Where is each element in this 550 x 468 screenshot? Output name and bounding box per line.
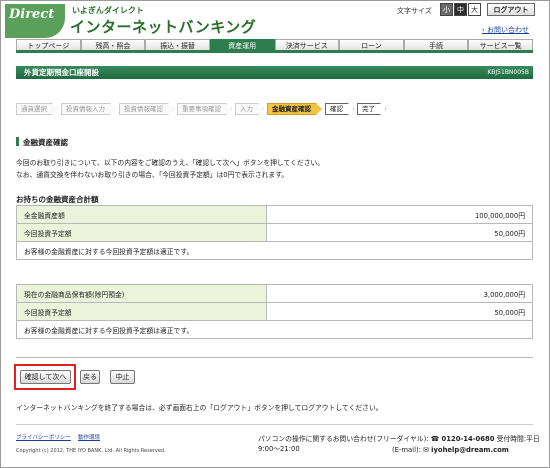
confirm-next-button[interactable]: 確認して次へ xyxy=(20,370,71,384)
brand-title: インターネットバンキング xyxy=(70,18,257,36)
global-nav: トップページ 残高・照会 振込・振替 資産運用 決済サービス ローン 手続 サー… xyxy=(16,39,533,53)
step-complete: 完了 xyxy=(357,103,386,115)
suitability-note: お客様の金融資産に対する今回投資予定額は適正です。 xyxy=(16,320,533,339)
nav-tab-procedures[interactable]: 手続 xyxy=(403,39,469,50)
step-input: 入力 xyxy=(235,103,264,115)
nav-tab-top[interactable]: トップページ xyxy=(16,39,81,50)
phone-number: ☎ 0120-14-0680 xyxy=(430,435,495,443)
font-size-medium-button[interactable]: 中 xyxy=(454,3,467,16)
nav-tab-transfer[interactable]: 振込・振替 xyxy=(145,39,210,50)
row-label: 今回投資予定額 xyxy=(16,302,267,321)
row-value: 50,000円 xyxy=(266,223,533,242)
logout-note: インターネットバンキングを終了する場合は、必ず画面右上の「ログアウト」ボタンを押… xyxy=(16,404,383,412)
step-currency: 通貨選択 xyxy=(16,103,58,115)
suitability-note: お客様の金融資産に対する今回投資予定額は適正です。 xyxy=(16,241,533,260)
privacy-policy-link[interactable]: プライバシーポリシー xyxy=(16,433,71,441)
cancel-button[interactable]: 中止 xyxy=(110,370,135,384)
row-label: 今回投資予定額 xyxy=(16,223,267,242)
font-size-large-button[interactable]: 大 xyxy=(468,3,481,16)
row-value: 100,000,000円 xyxy=(266,205,533,224)
row-value: 3,000,000円 xyxy=(266,284,533,303)
back-button[interactable]: 戻る xyxy=(80,370,100,384)
copyright: Copyright (c) 2012, THE IYO BANK, Ltd. A… xyxy=(16,448,166,454)
inquiry-link[interactable]: › お問い合わせ xyxy=(482,25,529,35)
nav-tab-payment[interactable]: 決済サービス xyxy=(274,39,340,50)
table-row: お客様の金融資産に対する今回投資予定額は適正です。 xyxy=(16,241,533,260)
section-heading-text: 金融資産確認 xyxy=(23,138,68,147)
total-assets-table: 全金融資産額 100,000,000円 今回投資予定額 50,000円 お客様の… xyxy=(16,205,533,260)
step-asset-confirm: 金融資産確認 xyxy=(267,103,322,115)
table-row: 今回投資予定額 50,000円 xyxy=(16,223,533,242)
step-important-matters: 重要事項確認 xyxy=(177,103,232,115)
font-size-label: 文字サイズ xyxy=(397,7,432,15)
logo-text: Direct xyxy=(9,7,55,22)
step-confirm: 確認 xyxy=(325,103,354,115)
page-title: 外貨定期預金口座開設 xyxy=(24,68,99,77)
row-value: 50,000円 xyxy=(266,302,533,321)
progress-steps: 通貨選択 投資情報入力 投資情報確認 重要事項確認 入力 金融資産確認 確認 完… xyxy=(16,103,386,115)
font-size-small-button[interactable]: 小 xyxy=(440,3,453,16)
row-label: 全金融資産額 xyxy=(16,205,267,224)
nav-tab-balance[interactable]: 残高・照会 xyxy=(80,39,146,50)
page-id: KBJ51BN005B xyxy=(487,69,529,76)
email-label: (E-mail): xyxy=(392,446,421,454)
nav-tab-investment[interactable]: 資産運用 xyxy=(209,39,275,50)
assets-table-heading: お持ちの金融資産合計額 xyxy=(16,195,99,204)
holdings-table: 現在の金融商品保有額(除円預金) 3,000,000円 今回投資予定額 50,0… xyxy=(16,284,533,339)
step-investment-input: 投資情報入力 xyxy=(61,103,116,115)
bank-logo[interactable]: Direct xyxy=(5,4,65,38)
row-label: 現在の金融商品保有額(除円預金) xyxy=(16,284,267,303)
section-heading: 金融資産確認 xyxy=(16,137,68,148)
nav-tab-services[interactable]: サービス一覧 xyxy=(468,39,533,50)
footer-divider xyxy=(16,424,533,425)
contact-label: パソコンの操作に関するお問い合わせ(フリーダイヤル): xyxy=(258,435,429,443)
table-row: お客様の金融資産に対する今回投資予定額は適正です。 xyxy=(16,320,533,339)
email-address[interactable]: ✉ iyohelp@dream.com xyxy=(423,446,509,454)
table-row: 現在の金融商品保有額(除円預金) 3,000,000円 xyxy=(16,284,533,303)
divider xyxy=(16,357,533,358)
logout-button[interactable]: ログアウト xyxy=(487,3,535,16)
table-row: 全金融資産額 100,000,000円 xyxy=(16,205,533,224)
brand-subtitle: いよぎんダイレクト xyxy=(72,6,144,15)
page-title-bar: 外貨定期預金口座開設 KBJ51BN005B xyxy=(16,66,533,79)
nav-tab-loan[interactable]: ローン xyxy=(339,39,404,50)
operating-environment-link[interactable]: 動作環境 xyxy=(78,433,100,441)
instruction-text: 今回のお取り引きについて、以下の内容をご確認のうえ、「確認して次へ」ボタンを押し… xyxy=(16,159,325,167)
instruction-note: なお、通貨交換を伴わないお取り引きの場合、「今回投資予定額」は0円で表示されます… xyxy=(16,171,289,179)
table-row: 今回投資予定額 50,000円 xyxy=(16,302,533,321)
step-investment-confirm: 投資情報確認 xyxy=(119,103,174,115)
contact-email: (E-mail): ✉ iyohelp@dream.com xyxy=(392,446,509,454)
section-marker xyxy=(16,137,19,146)
